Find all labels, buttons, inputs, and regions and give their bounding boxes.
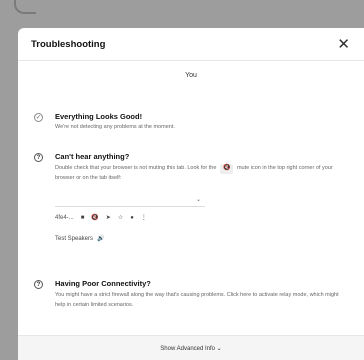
- section-text: Double check that your browser is not mu…: [55, 164, 350, 183]
- forward-icon: ➤: [105, 215, 111, 221]
- mute-icon: 🔇: [91, 215, 99, 221]
- section-text: We're not detecting any problems at the …: [55, 124, 175, 130]
- more-icon: ⋮: [140, 215, 147, 221]
- tab-example-select: ⌄: [55, 196, 205, 207]
- test-speakers-label: Test Speakers: [55, 235, 94, 242]
- show-advanced-info-button[interactable]: Show Advanced Info ⌄: [18, 335, 364, 360]
- backdrop-shape: [14, 0, 36, 14]
- camera-icon: ■: [80, 214, 85, 221]
- mute-icon: 🔇: [219, 164, 234, 174]
- help-circle-icon: ?: [34, 280, 43, 289]
- tab-label: 4fe4-...: [55, 214, 74, 221]
- test-speakers-button[interactable]: Test Speakers 🔊: [55, 235, 105, 243]
- check-circle-icon: ✓: [34, 113, 43, 122]
- section-title: Can't hear anything?: [55, 152, 130, 161]
- close-icon[interactable]: ✕: [335, 35, 352, 54]
- dialog-title: Troubleshooting: [31, 38, 106, 50]
- dialog-header: Troubleshooting ✕: [18, 28, 364, 61]
- chevron-down-icon: ⌄: [195, 197, 201, 203]
- browser-tab-example: 4fe4-... ■ 🔇 ➤ ☆ ● ⋮: [55, 214, 147, 222]
- star-icon: ☆: [117, 215, 124, 221]
- profile-icon: ●: [130, 214, 134, 221]
- text-pre: Double check that your browser is not mu…: [55, 165, 217, 171]
- dialog-subtitle: You: [185, 72, 197, 79]
- speaker-icon: 🔊: [97, 236, 105, 242]
- relay-mode-link[interactable]: You might have a strict firewall along t…: [55, 291, 350, 310]
- section-title: Having Poor Connectivity?: [55, 279, 151, 288]
- troubleshooting-dialog: Troubleshooting ✕ You ✓ Everything Looks…: [18, 28, 364, 360]
- section-title: Everything Looks Good!: [55, 112, 143, 121]
- help-circle-icon: ?: [34, 153, 43, 162]
